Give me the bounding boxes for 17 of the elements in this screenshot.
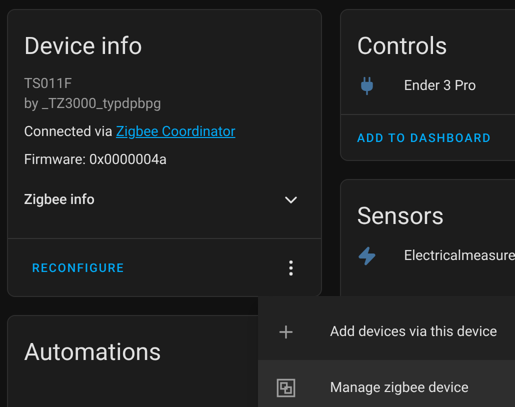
card-title: Controls (356, 31, 448, 62)
entity-name[interactable]: Electricalmeasure (404, 246, 515, 266)
card-title: Automations (24, 338, 162, 366)
card-title: Sensors (356, 201, 445, 232)
firmware-text: Firmware: 0x0000004a (24, 151, 168, 170)
device-model: TS011F (24, 75, 73, 94)
reconfigure-button[interactable]: RECONFIGURE (24, 250, 133, 284)
connected-label: Connected via (24, 123, 114, 142)
add-to-dashboard-button[interactable]: ADD TO DASHBOARD (357, 128, 492, 146)
menu-item[interactable]: Manage zigbee device (258, 360, 515, 407)
device-manufacturer: by _TZ3000_typdpbpg (24, 95, 162, 114)
entity-name[interactable]: Ender 3 Pro (404, 76, 476, 96)
coordinator-link[interactable]: Zigbee Coordinator (116, 122, 236, 142)
manage-device-icon (276, 378, 296, 398)
zigbee-info-expander[interactable]: Zigbee info (24, 186, 305, 214)
lightning-icon (357, 246, 377, 266)
card-title: Device info (24, 31, 144, 62)
